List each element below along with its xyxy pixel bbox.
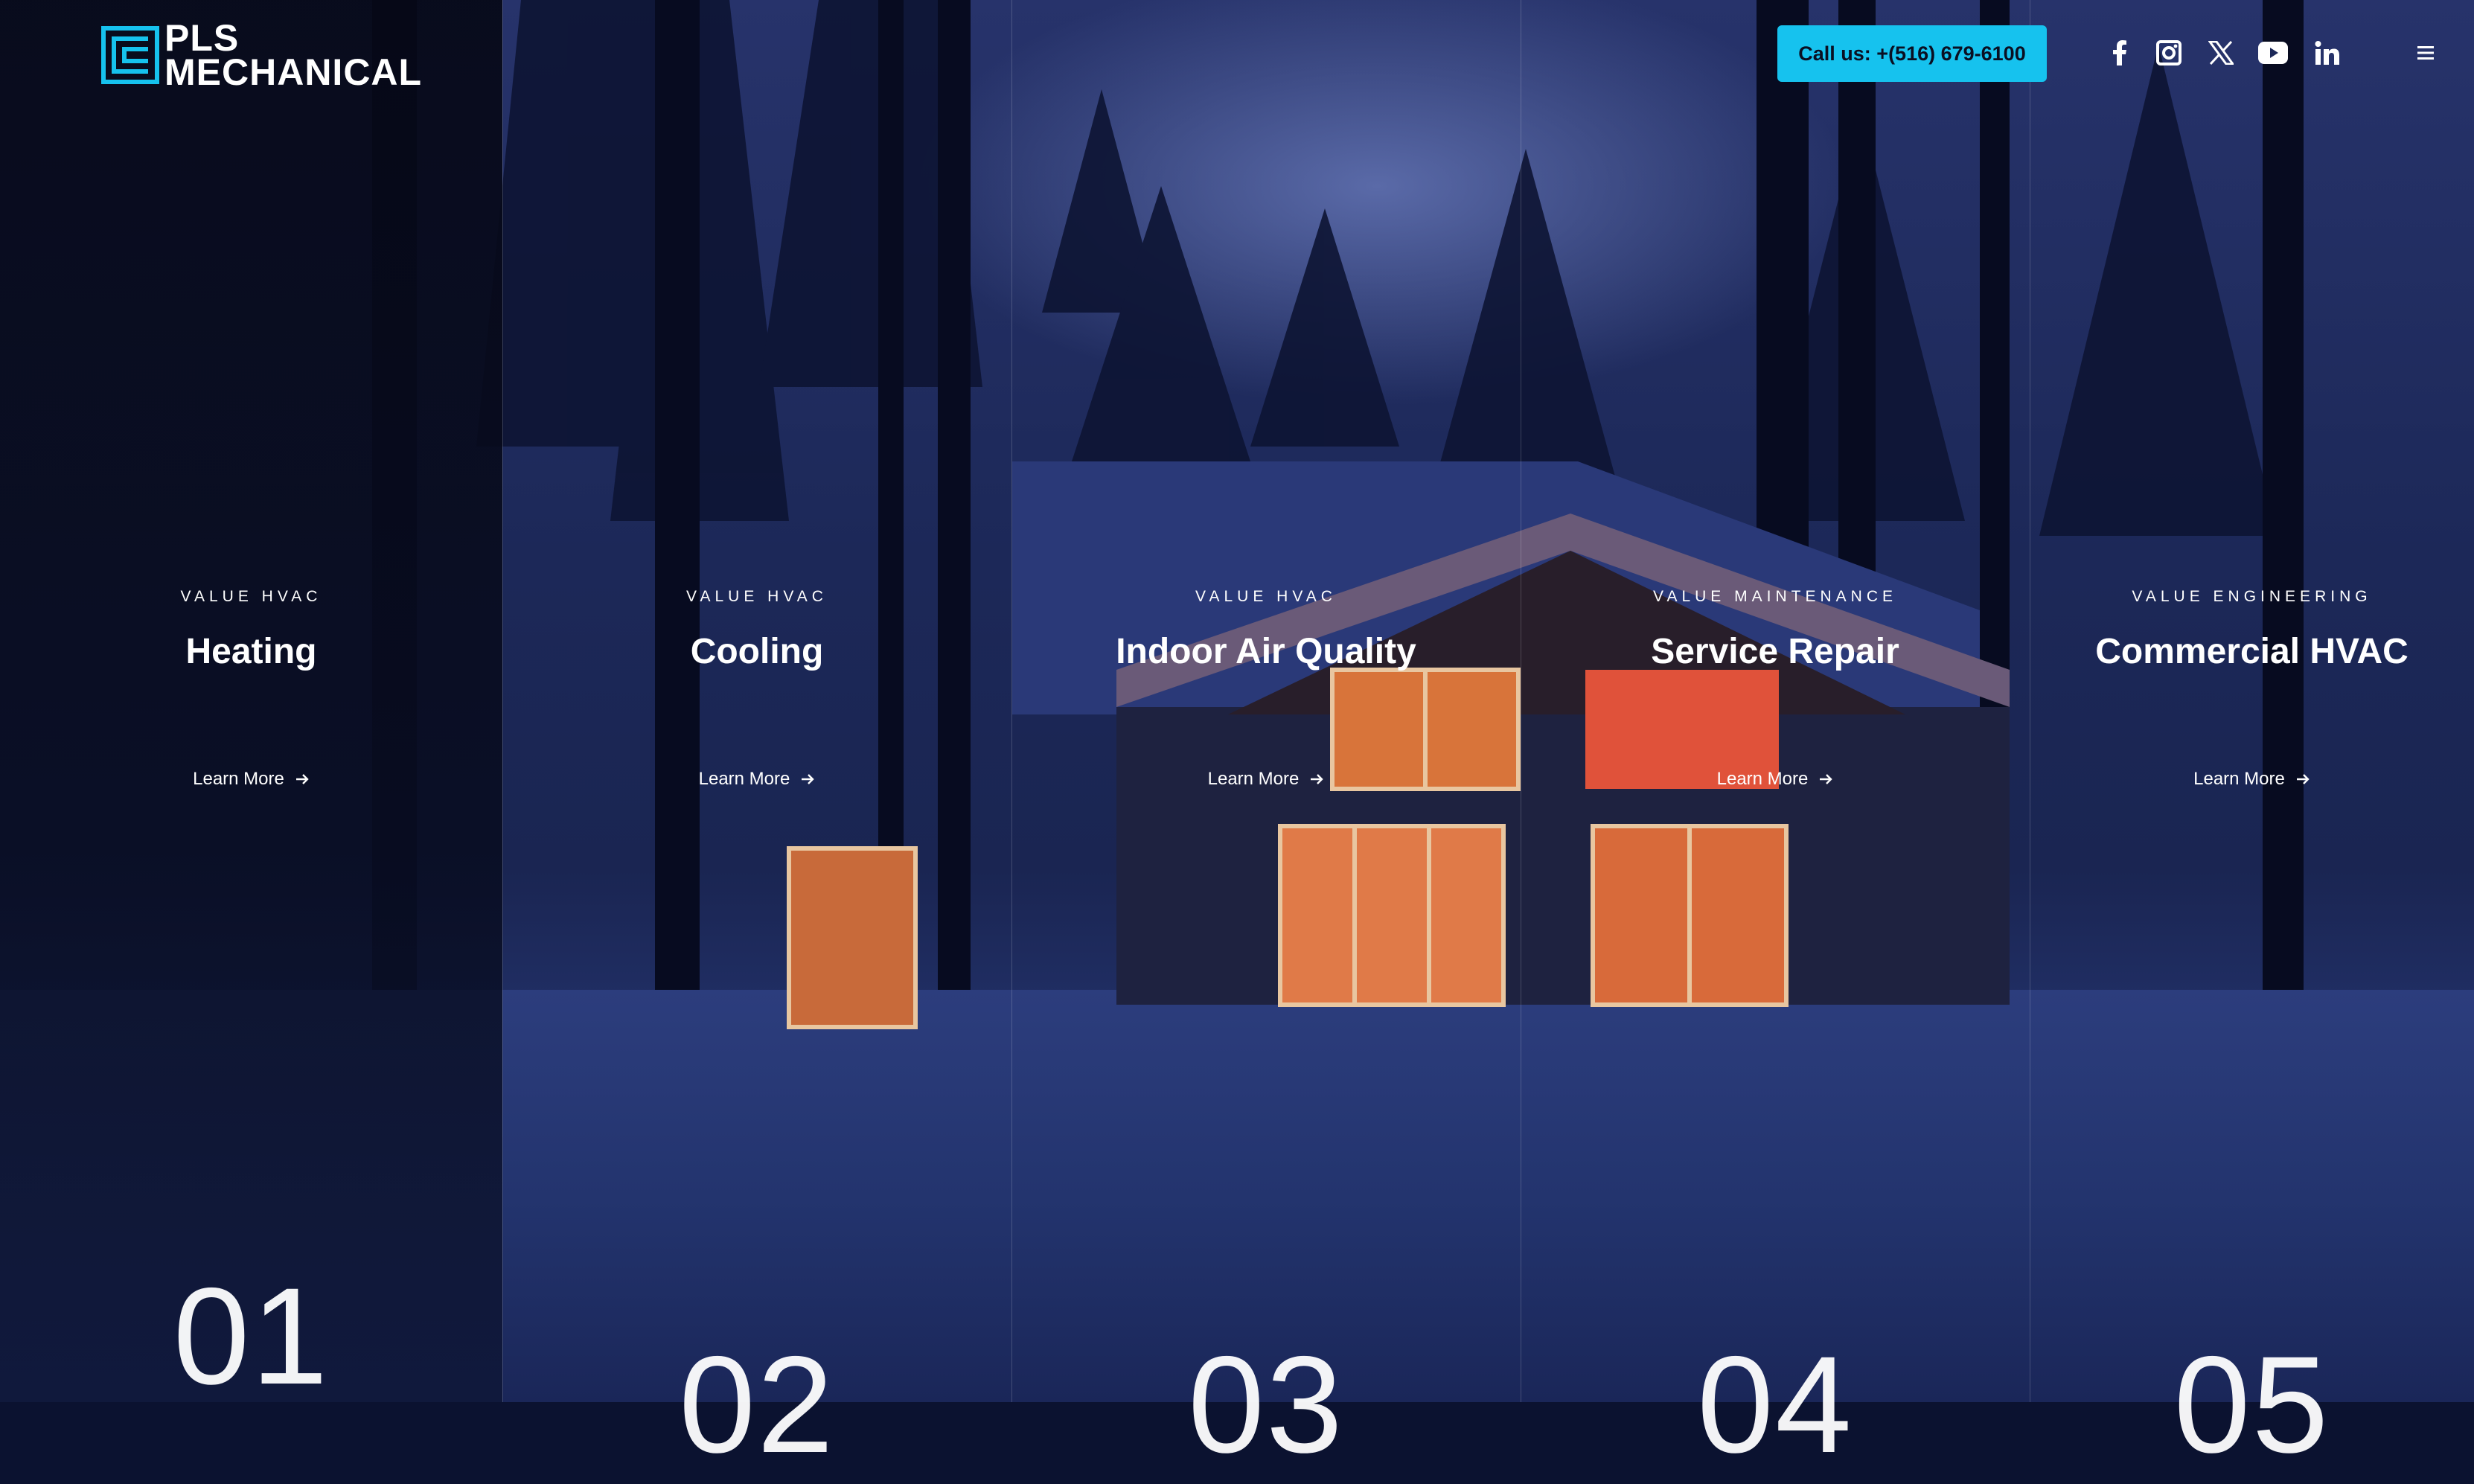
- service-number: 02: [679, 1328, 835, 1482]
- service-number: 03: [1188, 1328, 1344, 1482]
- learn-more-link[interactable]: Learn More: [2030, 769, 2474, 790]
- arrow-right-icon: [1311, 774, 1324, 784]
- learn-more-link[interactable]: Learn More: [1521, 769, 2030, 790]
- service-eyebrow: VALUE HVAC: [1195, 588, 1337, 605]
- service-title: Indoor Air Quality: [1116, 632, 1416, 671]
- learn-more-label: Learn More: [2193, 769, 2285, 789]
- service-eyebrow: VALUE ENGINEERING: [2132, 588, 2372, 605]
- learn-more-link[interactable]: Learn More: [0, 769, 502, 790]
- arrow-right-icon: [802, 774, 815, 784]
- service-title: Service Repair: [1651, 632, 1899, 671]
- service-number: 05: [2173, 1328, 2330, 1482]
- learn-more-label: Learn More: [1207, 769, 1300, 789]
- arrow-right-icon: [1820, 774, 1833, 784]
- service-column-service-repair: VALUE MAINTENANCE Service Repair Learn M…: [1521, 0, 2030, 1482]
- learn-more-link[interactable]: Learn More: [1011, 769, 1521, 790]
- learn-more-label: Learn More: [1716, 769, 1809, 789]
- learn-more-label: Learn More: [193, 769, 284, 789]
- service-title: Commercial HVAC: [2095, 632, 2409, 671]
- service-title: Cooling: [690, 632, 824, 671]
- service-number: 01: [173, 1260, 330, 1413]
- arrow-right-icon: [295, 774, 309, 784]
- service-eyebrow: VALUE MAINTENANCE: [1653, 588, 1897, 605]
- service-column-commercial-hvac: VALUE ENGINEERING Commercial HVAC Learn …: [2030, 0, 2474, 1482]
- learn-more-label: Learn More: [698, 769, 790, 789]
- service-column-indoor-air-quality: VALUE HVAC Indoor Air Quality Learn More…: [1011, 0, 1521, 1482]
- service-column-cooling: VALUE HVAC Cooling Learn More 02: [502, 0, 1011, 1482]
- service-eyebrow: VALUE HVAC: [686, 588, 828, 605]
- arrow-right-icon: [2296, 774, 2310, 784]
- service-title: Heating: [185, 632, 317, 671]
- service-eyebrow: VALUE HVAC: [180, 588, 322, 605]
- learn-more-link[interactable]: Learn More: [502, 769, 1011, 790]
- service-column-heating: VALUE HVAC Heating Learn More 01: [0, 0, 502, 1413]
- service-number: 04: [1697, 1328, 1853, 1482]
